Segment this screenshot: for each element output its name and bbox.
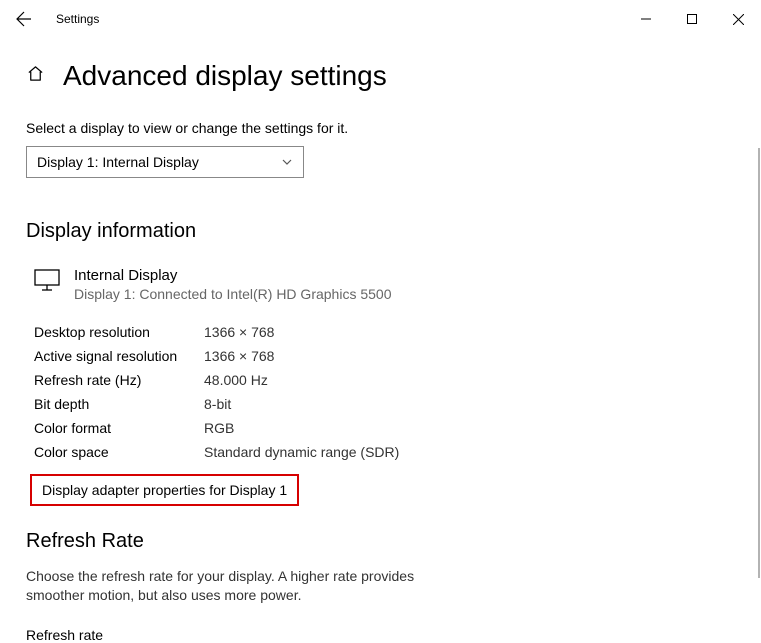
display-info-table: Desktop resolution1366 × 768 Active sign… <box>34 324 735 460</box>
table-row: Color spaceStandard dynamic range (SDR) <box>34 444 735 460</box>
table-row: Color formatRGB <box>34 420 735 436</box>
info-label: Active signal resolution <box>34 348 204 364</box>
display-adapter-properties-link[interactable]: Display adapter properties for Display 1 <box>30 474 299 506</box>
refresh-rate-heading: Refresh Rate <box>26 530 735 553</box>
info-label: Color format <box>34 420 204 436</box>
minimize-icon <box>641 14 651 24</box>
arrow-left-icon <box>16 11 32 27</box>
close-icon <box>733 14 744 25</box>
info-value: 1366 × 768 <box>204 324 274 340</box>
info-value: Standard dynamic range (SDR) <box>204 444 399 460</box>
info-label: Desktop resolution <box>34 324 204 340</box>
chevron-down-icon <box>281 156 293 168</box>
info-value: RGB <box>204 420 234 436</box>
content-area: Advanced display settings Select a displ… <box>0 38 761 643</box>
display-information-heading: Display information <box>26 220 735 243</box>
table-row: Active signal resolution1366 × 768 <box>34 348 735 364</box>
minimize-button[interactable] <box>623 3 669 35</box>
info-label: Refresh rate (Hz) <box>34 372 204 388</box>
refresh-rate-label: Refresh rate <box>26 627 735 643</box>
maximize-icon <box>687 14 697 24</box>
info-value: 8-bit <box>204 396 231 412</box>
table-row: Refresh rate (Hz)48.000 Hz <box>34 372 735 388</box>
monitor-icon <box>34 269 60 296</box>
display-connection-info: Display 1: Connected to Intel(R) HD Grap… <box>74 286 391 302</box>
display-summary: Internal Display Display 1: Connected to… <box>26 267 735 302</box>
window-title: Settings <box>56 12 623 26</box>
display-name: Internal Display <box>74 267 391 284</box>
close-button[interactable] <box>715 3 761 35</box>
dropdown-selected-value: Display 1: Internal Display <box>37 154 199 170</box>
page-title: Advanced display settings <box>63 60 387 92</box>
page-header: Advanced display settings <box>26 60 735 92</box>
table-row: Desktop resolution1366 × 768 <box>34 324 735 340</box>
titlebar: Settings <box>0 0 761 38</box>
info-label: Color space <box>34 444 204 460</box>
home-icon[interactable] <box>26 64 45 88</box>
display-select-instruction: Select a display to view or change the s… <box>26 120 735 136</box>
back-button[interactable] <box>8 3 40 35</box>
display-select-dropdown[interactable]: Display 1: Internal Display <box>26 146 304 178</box>
info-value: 48.000 Hz <box>204 372 268 388</box>
info-value: 1366 × 768 <box>204 348 274 364</box>
refresh-rate-description: Choose the refresh rate for your display… <box>26 567 426 605</box>
info-label: Bit depth <box>34 396 204 412</box>
window-controls <box>623 3 761 35</box>
scrollbar[interactable] <box>758 148 760 578</box>
maximize-button[interactable] <box>669 3 715 35</box>
table-row: Bit depth8-bit <box>34 396 735 412</box>
